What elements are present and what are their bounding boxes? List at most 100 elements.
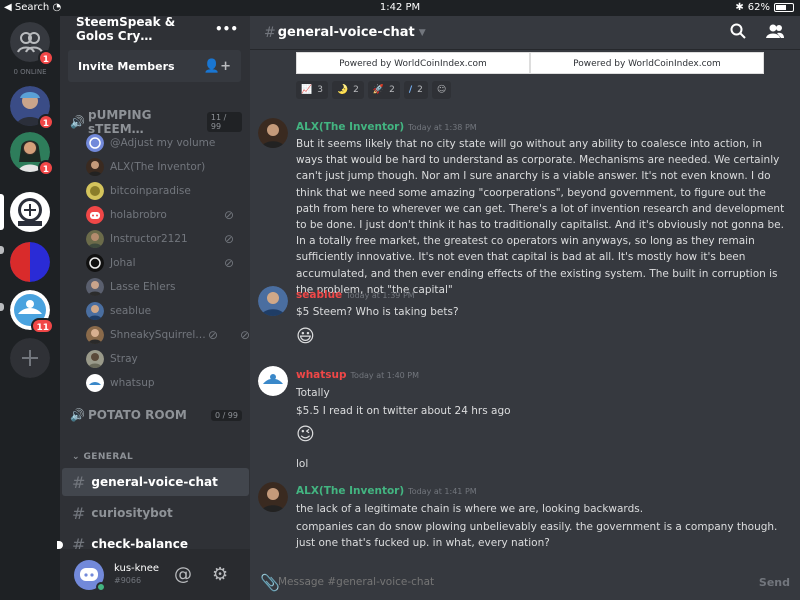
reaction-count: 3 bbox=[317, 85, 323, 95]
user-avatar bbox=[86, 278, 104, 296]
chart-emoji-icon: 📈 bbox=[301, 85, 313, 95]
avatar[interactable] bbox=[74, 559, 106, 592]
voice-user-name: @Adjust my volume bbox=[110, 137, 216, 149]
add-reaction-button[interactable]: ☺ bbox=[431, 81, 452, 99]
user-avatar bbox=[86, 302, 104, 320]
reaction-slash[interactable]: /2 bbox=[403, 81, 428, 99]
voice-user-name: whatsup bbox=[110, 377, 155, 389]
guild-header[interactable]: SteemSpeak & Golos Cry… ••• bbox=[60, 15, 250, 43]
discord-avatar-icon bbox=[86, 206, 104, 224]
voice-user[interactable]: Instructor2121 ⊘ bbox=[86, 229, 246, 249]
direct-messages-button[interactable]: 1 bbox=[10, 22, 54, 66]
add-server-button[interactable] bbox=[10, 338, 50, 378]
unread-server-indicator bbox=[0, 246, 4, 254]
mentions-icon[interactable]: @ bbox=[174, 564, 192, 585]
reaction-count: 2 bbox=[417, 85, 423, 95]
dm-avatar-2[interactable]: 1 bbox=[10, 132, 54, 176]
chevron-down-icon[interactable]: ▼ bbox=[419, 28, 426, 38]
invite-members-button[interactable]: Invite Members 👤+ bbox=[68, 50, 241, 82]
muted-mic-icon: ⊘ bbox=[223, 232, 234, 246]
reaction-chart[interactable]: 📈 3 bbox=[296, 81, 328, 99]
embed-footer[interactable]: Powered by WorldCoinIndex.com bbox=[296, 52, 530, 74]
channel-curiositybot[interactable]: # curiositybot bbox=[62, 499, 249, 527]
rocket-emoji-icon: 🚀 bbox=[372, 85, 385, 95]
message-author[interactable]: ALX(The Inventor) Today at 1:41 PM bbox=[296, 485, 477, 497]
voice-user[interactable]: ALX(The Inventor) bbox=[86, 157, 246, 177]
voice-channel-pumping[interactable]: 🔊 pUMPING sTEEM… 11 / 99 bbox=[70, 108, 242, 136]
user-limit-badge: 0 / 99 bbox=[210, 409, 242, 421]
avatar[interactable] bbox=[258, 286, 288, 316]
speaker-icon: 🔊 bbox=[70, 115, 85, 129]
server-icon bbox=[10, 242, 50, 282]
more-options-icon[interactable]: ••• bbox=[215, 22, 238, 36]
status-bar: ◀ Search ◔ 1:42 PM ✱ 62% bbox=[0, 0, 800, 16]
attach-paperclip-icon[interactable]: 📎 bbox=[260, 573, 280, 592]
reaction-count: 2 bbox=[353, 85, 359, 95]
avatar[interactable] bbox=[258, 482, 288, 512]
user-panel: kus-knee #9066 @ ⚙ bbox=[60, 549, 250, 600]
embed-footer[interactable]: Powered by WorldCoinIndex.com bbox=[530, 52, 764, 74]
unread-server-indicator bbox=[0, 303, 4, 311]
dm-avatar-1[interactable]: 1 bbox=[10, 86, 54, 130]
voice-user-name: seablue bbox=[110, 305, 152, 317]
message-input[interactable] bbox=[278, 576, 698, 588]
voice-user-name: bitcoinparadise bbox=[110, 185, 191, 197]
category-general[interactable]: ⌄ GENERAL bbox=[72, 452, 133, 462]
invite-label: Invite Members bbox=[78, 59, 175, 73]
unread-badge: 1 bbox=[37, 114, 54, 130]
hash-icon: # bbox=[72, 503, 86, 523]
deafened-icon: ⊘ bbox=[239, 328, 250, 342]
voice-user[interactable]: whatsup bbox=[86, 373, 246, 393]
reaction-moon[interactable]: 🌛 2 bbox=[331, 81, 364, 99]
channel-title[interactable]: general-voice-chat bbox=[278, 25, 415, 40]
author-name: ALX(The Inventor) bbox=[296, 485, 405, 497]
slash-emoji-icon: / bbox=[408, 85, 413, 95]
speaker-icon: 🔊 bbox=[70, 408, 85, 422]
send-button[interactable]: Send bbox=[759, 576, 790, 589]
message-timestamp: Today at 1:41 PM bbox=[408, 487, 477, 496]
message-composer: 📎 Send bbox=[250, 564, 800, 600]
hash-icon: # bbox=[72, 472, 86, 492]
search-icon[interactable] bbox=[730, 23, 746, 43]
message-author[interactable]: seablue Today at 1:39 PM bbox=[296, 289, 415, 301]
message-author[interactable]: ALX(The Inventor) Today at 1:38 PM bbox=[296, 121, 477, 133]
author-name: ALX(The Inventor) bbox=[296, 121, 405, 133]
unread-badge: 1 bbox=[37, 160, 54, 176]
user-avatar bbox=[86, 374, 104, 392]
server-rail: 1 0 ONLINE 1 1 11 bbox=[0, 16, 60, 600]
voice-user[interactable]: @Adjust my volume bbox=[86, 133, 246, 153]
voice-user[interactable]: holabrobro ⊘ bbox=[86, 205, 246, 225]
voice-user[interactable]: Lasse Ehlers bbox=[86, 277, 246, 297]
voice-user[interactable]: ShneakySquirrel… ⊘ ⊘ bbox=[86, 325, 250, 345]
server-red-blue[interactable] bbox=[10, 242, 50, 282]
chevron-down-icon: ⌄ bbox=[72, 452, 80, 462]
voice-user[interactable]: bitcoinparadise bbox=[86, 181, 246, 201]
embed-row: Powered by WorldCoinIndex.com Powered by… bbox=[296, 52, 764, 74]
author-name: whatsup bbox=[296, 369, 347, 381]
voice-channel-potato-room[interactable]: 🔊 POTATO ROOM 0 / 99 bbox=[70, 408, 242, 422]
voice-user[interactable]: Johal ⊘ bbox=[86, 253, 246, 273]
steemspeak-logo bbox=[10, 192, 50, 232]
server-steemspeak[interactable] bbox=[10, 192, 50, 232]
channel-name: curiositybot bbox=[91, 506, 173, 520]
message-text: the lack of a legitimate chain is where … bbox=[296, 503, 644, 515]
message-author[interactable]: whatsup Today at 1:40 PM bbox=[296, 369, 419, 381]
server-golos[interactable]: 11 bbox=[10, 290, 54, 334]
category-label: GENERAL bbox=[83, 452, 134, 462]
voice-user[interactable]: seablue bbox=[86, 301, 246, 321]
voice-user-name: Instructor2121 bbox=[110, 233, 188, 245]
members-icon[interactable] bbox=[766, 23, 784, 43]
voice-user-name: Johal bbox=[110, 257, 136, 269]
user-avatar bbox=[86, 254, 104, 272]
avatar[interactable] bbox=[258, 366, 288, 396]
voice-user[interactable]: Stray bbox=[86, 349, 246, 369]
gear-icon[interactable]: ⚙ bbox=[212, 564, 228, 585]
message-timestamp: Today at 1:40 PM bbox=[350, 371, 420, 380]
avatar[interactable] bbox=[258, 118, 288, 148]
reaction-rocket[interactable]: 🚀 2 bbox=[367, 81, 400, 99]
battery-icon bbox=[774, 3, 794, 12]
voice-user-name: Stray bbox=[110, 353, 138, 365]
add-reaction-icon: ☺ bbox=[436, 85, 447, 95]
channel-general-voice-chat[interactable]: # general-voice-chat bbox=[62, 468, 249, 496]
unread-badge: 1 bbox=[37, 50, 54, 66]
